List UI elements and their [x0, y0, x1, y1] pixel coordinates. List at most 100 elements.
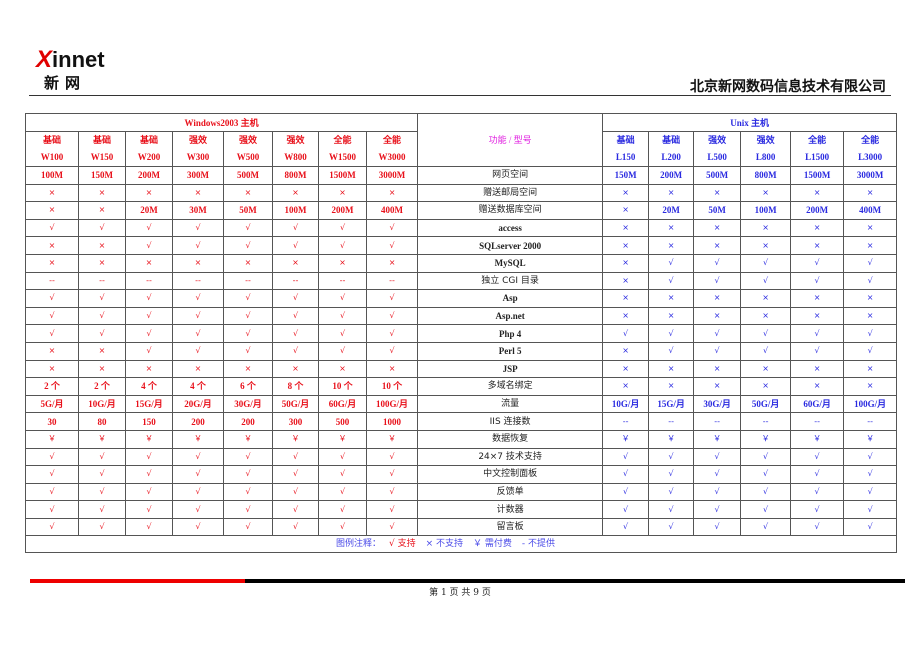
windows-cell: √: [272, 465, 319, 484]
windows-cell: √: [318, 289, 367, 308]
windows-cell: ×: [25, 359, 79, 379]
plan-tier: 强效: [238, 135, 257, 145]
unix-cell: ×: [648, 183, 695, 203]
plan-tier: 全能: [383, 135, 402, 145]
legend: 图例注释： √ 支持 × 不支持 ￥ 需付费 - 不提供: [24, 535, 898, 554]
page-indicator: 第 1 页 共 9 页: [429, 588, 491, 598]
feature-label: 留言板: [417, 517, 604, 537]
table-row: √ √ √ √ √ √ √ √ Asp × × × × × ×: [25, 289, 898, 308]
feature-label: 赠送数据库空间: [417, 201, 604, 220]
unix-cell: ×: [790, 183, 845, 203]
unix-cell: ×: [740, 236, 792, 255]
plan-model: L1500: [805, 152, 830, 162]
unix-cell: √: [693, 500, 742, 519]
unix-cell: ×: [843, 306, 898, 326]
unix-cell: √: [790, 341, 845, 361]
plan-model: L200: [661, 152, 681, 162]
unix-cell: ×: [693, 377, 742, 396]
windows-cell: --: [172, 271, 224, 291]
windows-cell: √: [25, 306, 79, 326]
windows-cell: √: [365, 517, 419, 537]
windows-plan-header: 全能 W3000: [365, 131, 419, 167]
feature-label: 流量: [417, 394, 604, 414]
unix-cell: ×: [740, 359, 792, 379]
unix-cell: 10G/月: [602, 394, 650, 414]
windows-cell: √: [172, 324, 224, 343]
windows-cell: 15G/月: [125, 394, 173, 414]
feature-label: Asp.net: [417, 306, 604, 326]
windows-cell: ×: [223, 359, 273, 379]
unix-cell: 100G/月: [843, 394, 898, 414]
unix-cell: ×: [602, 218, 650, 238]
unix-cell: 20M: [648, 201, 695, 220]
windows-cell: 100M: [25, 166, 79, 185]
unix-cell: 60G/月: [790, 394, 845, 414]
unix-cell: ×: [602, 271, 650, 291]
unix-cell: ×: [790, 289, 845, 308]
unix-cell: √: [693, 447, 742, 467]
windows-cell: √: [125, 341, 173, 361]
unix-cell: √: [648, 465, 695, 484]
windows-cell: √: [318, 306, 367, 326]
windows-cell: √: [223, 324, 273, 343]
unix-cell: ×: [693, 306, 742, 326]
unix-cell: √: [740, 341, 792, 361]
unix-cell: √: [843, 271, 898, 291]
windows-cell: √: [318, 218, 367, 238]
unix-cell: √: [843, 517, 898, 537]
unix-cell: √: [790, 517, 845, 537]
windows-cell: 6 个: [223, 377, 273, 396]
plan-tier: 强效: [188, 135, 207, 145]
windows-cell: √: [365, 218, 419, 238]
plan-model: W500: [236, 152, 260, 162]
windows-cell: ×: [25, 341, 79, 361]
unix-cell: ×: [843, 359, 898, 379]
windows-cell: √: [223, 341, 273, 361]
unix-group-header: Unix 主机: [602, 113, 898, 132]
unix-cell: ×: [740, 183, 792, 203]
unix-cell: --: [790, 412, 845, 431]
plan-tier: 基础: [92, 135, 111, 145]
plan-model: L800: [755, 152, 776, 162]
windows-cell: ×: [223, 183, 273, 203]
windows-cell: √: [318, 324, 367, 343]
plan-model: W200: [137, 152, 161, 162]
feature-label: 计数器: [417, 500, 604, 519]
windows-cell: √: [25, 482, 79, 502]
windows-cell: √: [78, 306, 126, 326]
feature-label: 反馈单: [417, 482, 604, 502]
windows-cell: √: [172, 289, 224, 308]
plan-tier: 全能: [333, 135, 352, 145]
unix-cell: --: [648, 412, 695, 431]
feature-label: 数据恢复: [417, 429, 604, 449]
unix-cell: √: [693, 271, 742, 291]
unix-plan-header: 全能 L1500: [790, 131, 845, 167]
unix-cell: ×: [693, 289, 742, 308]
windows-cell: √: [318, 236, 367, 255]
table-row: × × 20M 30M 50M 100M 200M 400M 赠送数据库空间 × 20M 50M 100…: [25, 201, 898, 220]
windows-cell: ￥: [78, 429, 126, 449]
unix-cell: ￥: [602, 429, 650, 449]
windows-cell: √: [272, 341, 319, 361]
windows-cell: ×: [25, 201, 79, 220]
windows-cell: √: [125, 324, 173, 343]
footer-bar-red: [30, 579, 245, 583]
windows-cell: 500: [318, 412, 367, 431]
windows-cell: 800M: [272, 166, 319, 185]
plan-tier: 基础: [139, 135, 158, 145]
windows-cell: √: [365, 500, 419, 519]
unix-cell: ×: [602, 289, 650, 308]
windows-cell: ×: [365, 183, 419, 203]
windows-cell: 20M: [125, 201, 173, 220]
unix-cell: ×: [790, 236, 845, 255]
windows-plan-header: 基础 W100: [25, 131, 79, 167]
table-row: √ √ √ √ √ √ √ √ 反馈单 √ √ √ √ √ √: [25, 482, 898, 502]
windows-cell: ×: [25, 236, 79, 255]
windows-cell: √: [365, 447, 419, 467]
feature-label: access: [417, 218, 604, 238]
unix-cell: 3000M: [843, 166, 898, 185]
unix-cell: √: [843, 341, 898, 361]
unix-cell: √: [648, 482, 695, 502]
table-row: √ √ √ √ √ √ √ √ 计数器 √ √ √ √ √ √: [25, 500, 898, 519]
plan-model: W100: [40, 152, 64, 162]
